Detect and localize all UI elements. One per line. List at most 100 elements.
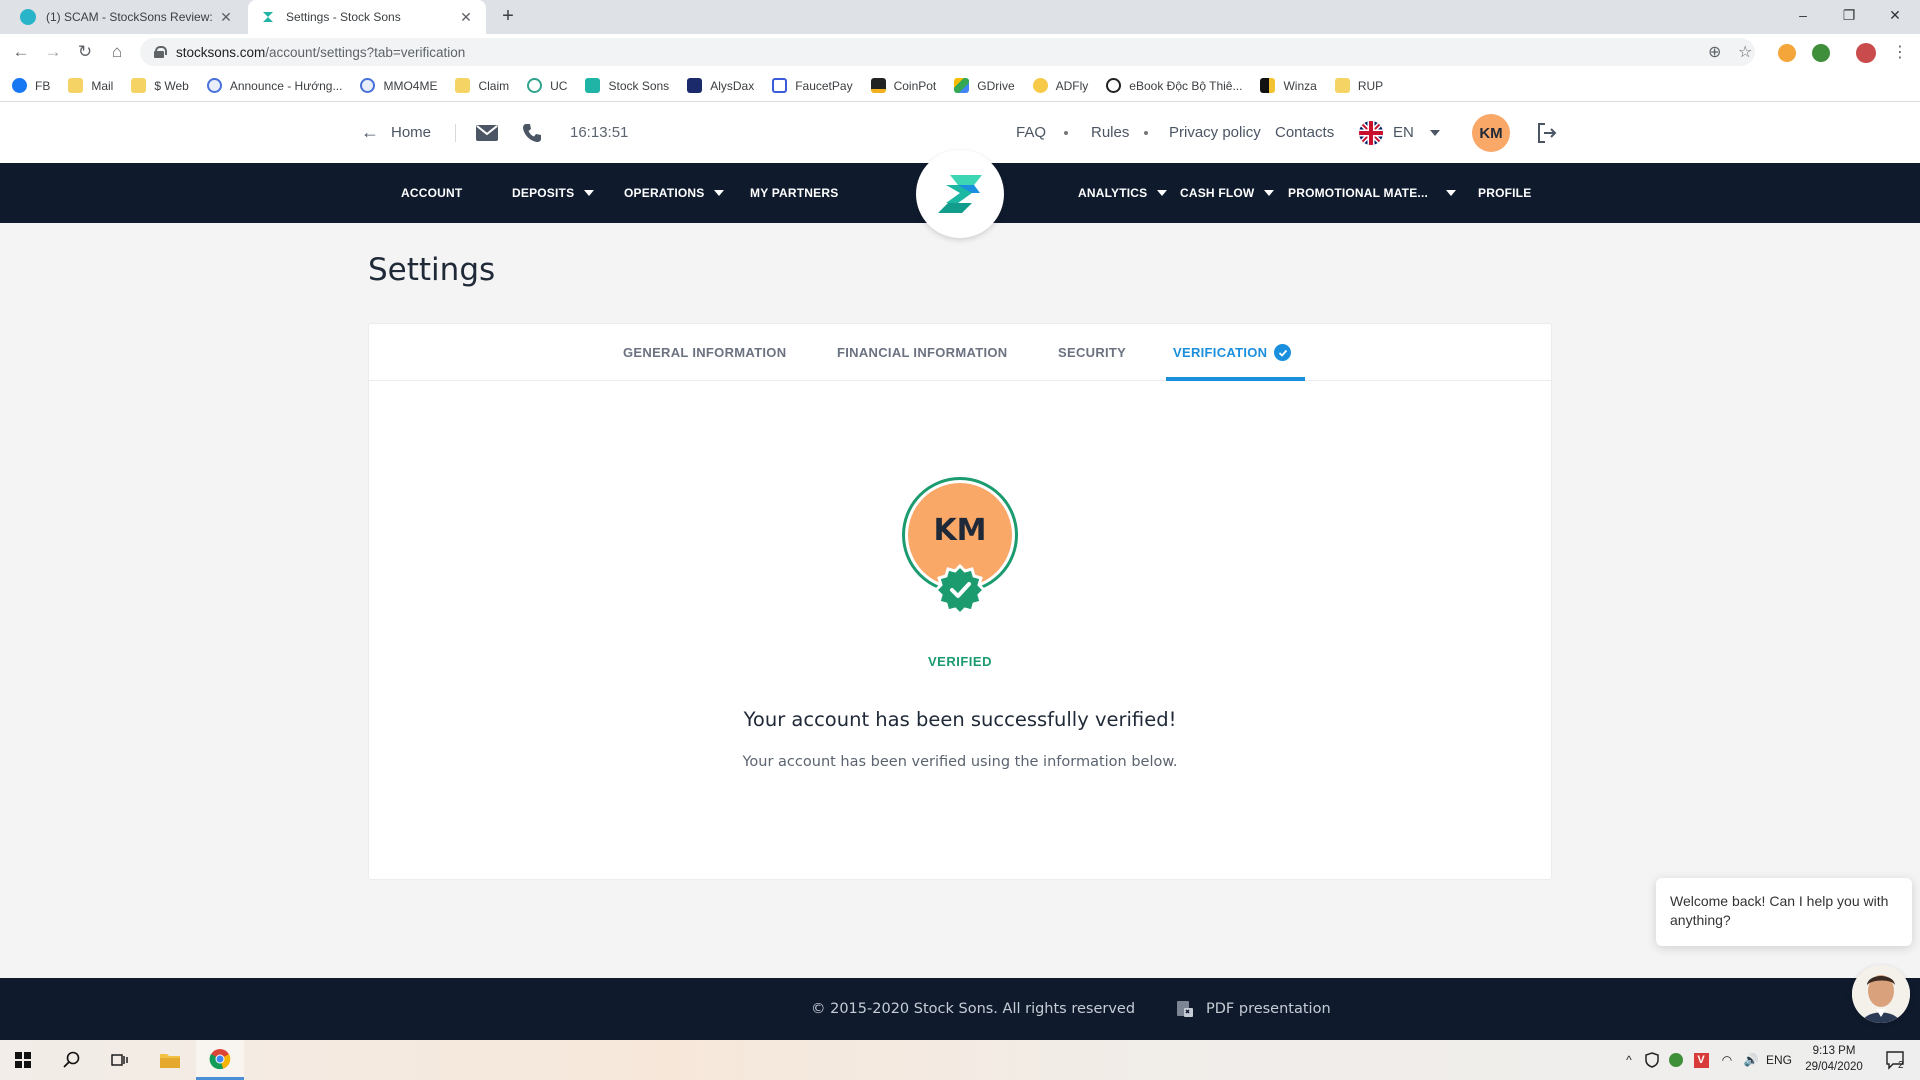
nav-account[interactable]: ACCOUNT xyxy=(401,163,462,223)
nav-operations[interactable]: OPERATIONS xyxy=(624,163,725,223)
dot-separator xyxy=(1064,131,1068,135)
bookmark-adfly[interactable]: ADFly xyxy=(1032,78,1088,93)
tab-security[interactable]: SECURITY xyxy=(1058,324,1126,381)
browser-tab-settings[interactable]: Settings - Stock Sons ✕ xyxy=(248,0,486,34)
bookmarks-bar: FB Mail $ Web Announce - Hướng... MMO4ME… xyxy=(0,70,1920,102)
windows-start-icon[interactable] xyxy=(0,1040,46,1080)
settings-tabs: GENERAL INFORMATION FINANCIAL INFORMATIO… xyxy=(369,324,1551,381)
browser-tab-scam-review[interactable]: (1) SCAM - StockSons Review: Dự ✕ xyxy=(8,0,246,34)
nav-profile[interactable]: PROFILE xyxy=(1478,163,1531,223)
site-icon xyxy=(772,78,788,93)
security-shield-icon[interactable] xyxy=(1642,1040,1662,1080)
chat-welcome-bubble[interactable]: Welcome back! Can I help you with anythi… xyxy=(1656,878,1912,946)
nav-my-partners[interactable]: MY PARTNERS xyxy=(750,163,838,223)
extension-icon[interactable] xyxy=(1778,44,1796,62)
minimize-icon[interactable]: – xyxy=(1780,0,1826,30)
tab-title: Settings - Stock Sons xyxy=(286,10,401,24)
site-icon xyxy=(687,78,703,93)
verification-subtext: Your account has been verified using the… xyxy=(742,754,1178,770)
profile-avatar-icon[interactable] xyxy=(1856,43,1876,63)
site-icon xyxy=(206,78,222,93)
system-clock[interactable]: 9:13 PM 29/04/2020 xyxy=(1800,1043,1868,1075)
bookmark-alysdax[interactable]: AlysDax xyxy=(687,78,754,93)
bookmark-mmo4me[interactable]: MMO4ME xyxy=(360,78,437,93)
nav-deposits[interactable]: DEPOSITS xyxy=(512,163,595,223)
bookmark-coinpot[interactable]: CoinPot xyxy=(870,78,936,93)
bookmark-rup[interactable]: RUP xyxy=(1334,78,1383,93)
contacts-link[interactable]: Contacts xyxy=(1275,102,1334,163)
nav-promotional-materials[interactable]: PROMOTIONAL MATE... xyxy=(1288,163,1457,223)
chevron-up-icon[interactable]: ^ xyxy=(1620,1040,1638,1080)
chrome-taskbar-icon[interactable] xyxy=(196,1040,244,1080)
close-tab-icon[interactable]: ✕ xyxy=(458,9,474,26)
notification-center-icon[interactable]: 2 xyxy=(1876,1040,1916,1080)
nav-cash-flow[interactable]: CASH FLOW xyxy=(1180,163,1275,223)
input-language[interactable]: ENG xyxy=(1764,1040,1794,1080)
bookmark-faucetpay[interactable]: FaucetPay xyxy=(772,78,853,93)
close-tab-icon[interactable]: ✕ xyxy=(218,9,234,26)
site-icon xyxy=(1032,78,1048,93)
pdf-presentation-link[interactable]: PDF presentation xyxy=(1176,978,1331,1040)
faq-link[interactable]: FAQ xyxy=(1016,102,1046,163)
privacy-policy-link[interactable]: Privacy policy xyxy=(1169,102,1261,163)
file-explorer-icon[interactable] xyxy=(148,1040,192,1080)
bookmark-mail[interactable]: Mail xyxy=(68,78,113,93)
bookmark-claim[interactable]: Claim xyxy=(455,78,509,93)
logout-icon[interactable] xyxy=(1536,102,1558,163)
settings-card: GENERAL INFORMATION FINANCIAL INFORMATIO… xyxy=(368,323,1552,880)
tab-verification[interactable]: VERIFICATION xyxy=(1173,324,1292,381)
close-window-icon[interactable]: ✕ xyxy=(1872,0,1918,30)
bookmark-fb[interactable]: FB xyxy=(12,78,50,93)
verification-status: VERIFIED xyxy=(928,654,992,669)
bookmark-gdrive[interactable]: GDrive xyxy=(954,78,1015,93)
site-icon xyxy=(870,78,886,93)
stocksons-favicon-icon xyxy=(20,9,36,25)
volume-icon[interactable]: 🔊 xyxy=(1740,1040,1762,1080)
forward-icon[interactable]: → xyxy=(42,42,64,62)
menu-kebab-icon[interactable]: ⋮ xyxy=(1892,42,1908,62)
tab-general-information[interactable]: GENERAL INFORMATION xyxy=(623,324,786,381)
google-drive-icon xyxy=(954,78,970,93)
search-icon[interactable] xyxy=(50,1040,94,1080)
stocksons-logo[interactable] xyxy=(916,150,1004,238)
add-page-icon[interactable]: ⊕ xyxy=(1708,42,1721,62)
phone-icon[interactable] xyxy=(522,102,542,163)
dot-separator xyxy=(1144,131,1148,135)
home-link[interactable]: ← Home xyxy=(361,102,431,163)
new-tab-button[interactable]: + xyxy=(496,6,520,28)
facebook-icon xyxy=(12,78,27,93)
extension-icon[interactable] xyxy=(1812,44,1830,62)
bookmark-star-icon[interactable]: ☆ xyxy=(1738,42,1752,62)
chevron-down-icon xyxy=(714,190,725,196)
home-icon[interactable]: ⌂ xyxy=(106,42,128,62)
bookmark-winza[interactable]: Winza xyxy=(1260,78,1317,93)
chat-agent-avatar[interactable] xyxy=(1852,965,1910,1023)
bookmark-uc[interactable]: UC xyxy=(527,78,567,93)
mail-icon[interactable] xyxy=(476,102,498,163)
uk-flag-icon xyxy=(1359,120,1383,145)
tray-app-icon[interactable] xyxy=(1666,1040,1686,1080)
user-avatar[interactable]: KM xyxy=(1472,114,1510,152)
antivirus-tray-icon[interactable]: V xyxy=(1690,1040,1712,1080)
url-field[interactable]: stocksons.com/account/settings?tab=verif… xyxy=(140,38,1755,66)
nav-analytics[interactable]: ANALYTICS xyxy=(1078,163,1168,223)
lock-icon xyxy=(154,46,167,58)
restore-icon[interactable]: ❐ xyxy=(1826,0,1872,30)
chevron-down-icon xyxy=(1429,129,1440,136)
wifi-icon[interactable]: ◠ xyxy=(1716,1040,1738,1080)
verified-check-icon xyxy=(1274,344,1292,361)
task-view-icon[interactable] xyxy=(98,1040,142,1080)
bookmark-announce[interactable]: Announce - Hướng... xyxy=(206,78,342,93)
tab-financial-information[interactable]: FINANCIAL INFORMATION xyxy=(837,324,1007,381)
site-icon xyxy=(1260,78,1276,93)
folder-icon xyxy=(68,78,84,93)
site-icon xyxy=(527,78,543,93)
bookmark-web[interactable]: $ Web xyxy=(131,78,189,93)
reload-icon[interactable]: ↻ xyxy=(74,42,96,62)
bookmark-ebook[interactable]: eBook Độc Bộ Thiê... xyxy=(1106,78,1242,93)
copyright-text: © 2015-2020 Stock Sons. All rights reser… xyxy=(811,1001,1136,1017)
language-selector[interactable]: EN xyxy=(1359,102,1440,163)
rules-link[interactable]: Rules xyxy=(1091,102,1129,163)
bookmark-stocksons[interactable]: Stock Sons xyxy=(585,78,669,93)
back-icon[interactable]: ← xyxy=(10,42,32,62)
